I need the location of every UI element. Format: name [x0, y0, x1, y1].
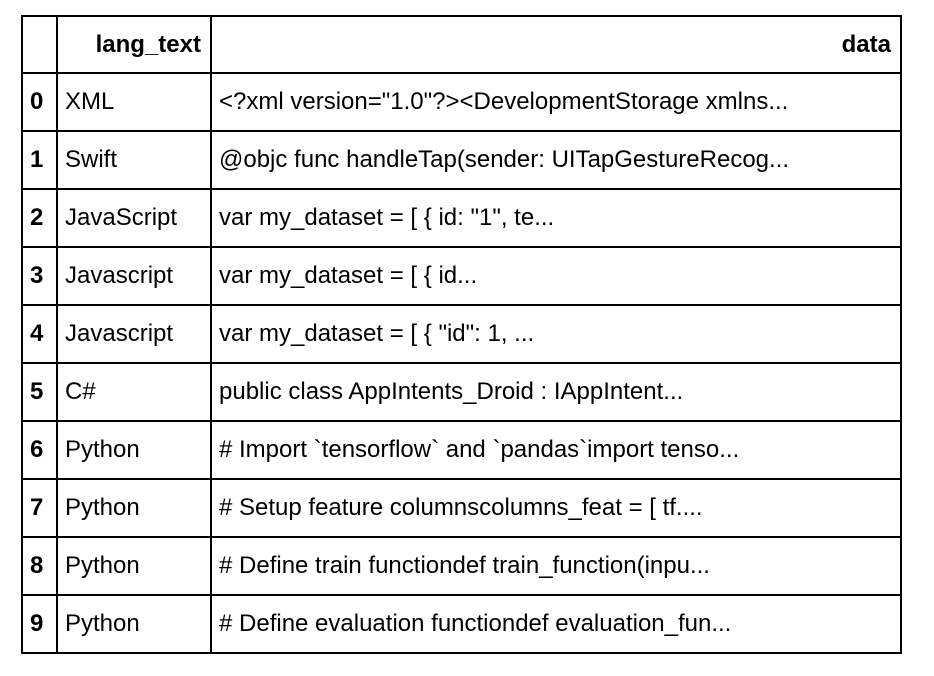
- lang-text-cell: Python: [56, 478, 212, 538]
- row-index-cell: 2: [21, 188, 58, 248]
- column-header-index: [21, 15, 58, 74]
- table-body: 0 XML <?xml version="1.0"?><DevelopmentSto…: [21, 72, 902, 654]
- column-header-data: data: [210, 15, 902, 74]
- table-row: 7 Python # Setup feature columnscolumns_fe…: [21, 478, 902, 538]
- lang-text-cell: Swift: [56, 130, 212, 190]
- row-index-cell: 8: [21, 536, 58, 596]
- table-row: 0 XML <?xml version="1.0"?><DevelopmentSto…: [21, 72, 902, 132]
- data-cell: var my_dataset = [ { id...: [210, 246, 902, 306]
- row-index-cell: 1: [21, 130, 58, 190]
- data-cell: <?xml version="1.0"?><DevelopmentStorage…: [210, 72, 902, 132]
- row-index-cell: 3: [21, 246, 58, 306]
- row-index-cell: 6: [21, 420, 58, 480]
- table-row: 8 Python # Define train functiondef train_…: [21, 536, 902, 596]
- table-header: lang_text data: [21, 15, 902, 74]
- table-row: 9 Python # Define evaluation functiondef e…: [21, 594, 902, 654]
- table-row: 4 Javascript var my_dataset = [ { "id": 1,…: [21, 304, 902, 364]
- table-row: 2 JavaScript var my_dataset = [ { id: "1",…: [21, 188, 902, 248]
- lang-text-cell: JavaScript: [56, 188, 212, 248]
- table-row: 5 C# public class AppIntents_Droid : IAppI…: [21, 362, 902, 422]
- lang-text-cell: Python: [56, 420, 212, 480]
- row-index-cell: 0: [21, 72, 58, 132]
- dataframe-table: lang_text data 0 XML <?xml version="1.0"?>…: [21, 15, 902, 654]
- table-header-row: lang_text data: [21, 15, 902, 74]
- dataframe-table-container: lang_text data 0 XML <?xml version="1.0"?>…: [21, 15, 902, 654]
- data-cell: # Setup feature columnscolumns_feat = [ …: [210, 478, 902, 538]
- lang-text-cell: XML: [56, 72, 212, 132]
- table-row: 1 Swift @objc func handleTap(sender: UITap…: [21, 130, 902, 190]
- lang-text-cell: Python: [56, 536, 212, 596]
- column-header-lang-text: lang_text: [56, 15, 212, 74]
- lang-text-cell: Javascript: [56, 246, 212, 306]
- data-cell: # Import `tensorflow` and `pandas`import…: [210, 420, 902, 480]
- table-row: 3 Javascript var my_dataset = [ { id...: [21, 246, 902, 306]
- data-cell: @objc func handleTap(sender: UITapGestur…: [210, 130, 902, 190]
- row-index-cell: 7: [21, 478, 58, 538]
- row-index-cell: 5: [21, 362, 58, 422]
- data-cell: # Define evaluation functiondef evaluati…: [210, 594, 902, 654]
- data-cell: var my_dataset = [ { "id": 1, ...: [210, 304, 902, 364]
- lang-text-cell: Python: [56, 594, 212, 654]
- row-index-cell: 4: [21, 304, 58, 364]
- data-cell: public class AppIntents_Droid : IAppInte…: [210, 362, 902, 422]
- data-cell: var my_dataset = [ { id: "1", te...: [210, 188, 902, 248]
- row-index-cell: 9: [21, 594, 58, 654]
- lang-text-cell: C#: [56, 362, 212, 422]
- lang-text-cell: Javascript: [56, 304, 212, 364]
- data-cell: # Define train functiondef train_functio…: [210, 536, 902, 596]
- table-row: 6 Python # Import `tensorflow` and `pandas…: [21, 420, 902, 480]
